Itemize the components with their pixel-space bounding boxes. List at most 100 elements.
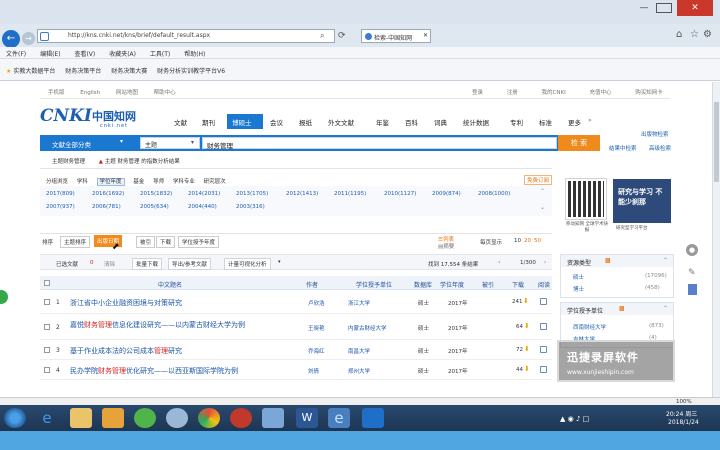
link-result-search[interactable]: 结果中检索	[609, 144, 637, 152]
fav-item-1[interactable]: 实教大数据平台	[13, 68, 55, 75]
per-page-10[interactable]: 10	[514, 238, 521, 244]
type-master[interactable]: 硕士	[573, 273, 584, 281]
taskbar-app-icon[interactable]	[102, 408, 124, 428]
bookmark-icon[interactable]	[688, 284, 697, 295]
type-doctor[interactable]: 博士	[573, 285, 584, 293]
tab-close-icon[interactable]: ✕	[423, 32, 428, 39]
year-2016[interactable]: 2016(1692)	[92, 191, 124, 197]
tab-conference[interactable]: 会议	[270, 117, 283, 127]
tray-icons[interactable]: ▲ ◉ ♪ □	[560, 415, 589, 423]
year-2004[interactable]: 2004(440)	[188, 204, 217, 210]
group-fund[interactable]: 基金	[133, 179, 144, 185]
group-subject[interactable]: 学科	[77, 179, 88, 185]
vertical-scrollbar[interactable]	[712, 82, 720, 404]
tab-dictionary[interactable]: 词典	[434, 117, 447, 127]
taskbar-word-icon[interactable]: W	[296, 408, 318, 428]
nav-recharge[interactable]: 充值中心	[589, 90, 611, 96]
cnki-logo[interactable]: CNKI 中国知网 cnki.net	[40, 106, 155, 136]
tab-thesis[interactable]: 博硕士	[232, 117, 252, 127]
col-db[interactable]: 数据库	[414, 280, 432, 289]
col-school[interactable]: 学位授予单位	[356, 280, 392, 289]
row-author[interactable]: 卢欣浩	[308, 299, 325, 307]
download-icon[interactable]: ⬇	[524, 322, 530, 330]
search-icon[interactable]: ⌕	[320, 31, 324, 41]
link-advanced-search[interactable]: 高级检索	[649, 144, 671, 152]
clock-date[interactable]: 2018/1/24	[668, 419, 699, 426]
row-checkbox[interactable]	[44, 299, 50, 305]
col-year[interactable]: 学位年度	[440, 280, 464, 289]
maximize-button[interactable]	[656, 3, 672, 13]
subnav-item-2[interactable]: 主题 财务管理 的指数分析结果	[105, 159, 180, 165]
read-icon[interactable]	[540, 346, 547, 353]
tab-newspaper[interactable]: 报纸	[299, 117, 312, 127]
close-button[interactable]: ✕	[677, 0, 713, 16]
nav-help[interactable]: 帮助中心	[154, 90, 176, 96]
nav-mycnki[interactable]: 我的CNKI	[542, 90, 566, 96]
row-title[interactable]: 嘉悦财务管理信息化建设研究——以内蒙古财经大学为例	[70, 320, 280, 331]
read-icon[interactable]	[540, 323, 547, 330]
download-icon[interactable]: ⬇	[523, 297, 529, 305]
back-button[interactable]: ←	[2, 30, 20, 48]
browser-tab[interactable]: 检索-中国知网 ✕	[361, 29, 431, 43]
row-title[interactable]: 民办学院财务管理优化研究——以西亚斯国际学院为例	[70, 366, 238, 376]
taskbar-wechat-icon[interactable]	[134, 408, 156, 428]
subnav-item-1[interactable]: 主题财务管理	[52, 159, 85, 165]
nav-mobile[interactable]: 手机版	[48, 90, 65, 96]
row-author[interactable]: 王晓艳	[308, 324, 325, 332]
tab-statistics[interactable]: 统计数据	[463, 117, 489, 127]
row-checkbox[interactable]	[44, 324, 50, 330]
home-icon[interactable]: ⌂	[676, 29, 682, 40]
prev-page-icon[interactable]: ‹	[498, 259, 500, 266]
export-button[interactable]: 导出/参考文献	[168, 258, 211, 270]
col-author[interactable]: 作者	[306, 280, 318, 289]
year-2009[interactable]: 2009(874)	[432, 191, 461, 197]
row-school[interactable]: 内蒙古财经大学	[348, 324, 387, 332]
chat-icon[interactable]: ●	[686, 244, 698, 256]
row-school[interactable]: 郑州大学	[348, 367, 370, 375]
fav-item-3[interactable]: 财务决策大赛	[111, 68, 147, 75]
download-icon[interactable]: ⬇	[524, 345, 530, 353]
year-2008[interactable]: 2008(1000)	[478, 191, 510, 197]
settings-gear-icon[interactable]: ⚙	[703, 29, 712, 40]
menu-file[interactable]: 文件(F)	[6, 51, 26, 58]
col-download[interactable]: 下载	[512, 280, 524, 289]
row-checkbox[interactable]	[44, 367, 50, 373]
year-2017[interactable]: 2017(809)	[46, 191, 75, 197]
taskbar-browser-icon[interactable]	[166, 408, 188, 428]
year-2013[interactable]: 2013(1705)	[236, 191, 268, 197]
nav-register[interactable]: 注册	[507, 90, 518, 96]
row-download[interactable]: 72	[516, 347, 523, 353]
collapse-icon[interactable]: ⌃	[663, 305, 668, 312]
group-major[interactable]: 学科专业	[173, 179, 195, 185]
nav-buy-card[interactable]: 购买知网卡	[635, 90, 663, 96]
tab-foreign[interactable]: 外文文献	[328, 117, 354, 127]
menu-tools[interactable]: 工具(T)	[150, 51, 170, 58]
link-publication-search[interactable]: 出版物检索	[641, 130, 669, 138]
tab-yearbook[interactable]: 年鉴	[376, 117, 389, 127]
taskbar-recorder-icon[interactable]	[362, 408, 384, 428]
col-cite[interactable]: 被引	[482, 280, 494, 289]
fav-item-2[interactable]: 财务决策平台	[65, 68, 101, 75]
tab-standard[interactable]: 标准	[539, 117, 552, 127]
tab-journal[interactable]: 期刊	[202, 117, 215, 127]
menu-edit[interactable]: 编辑(E)	[40, 51, 60, 58]
nav-english[interactable]: English	[80, 90, 100, 96]
group-mentor[interactable]: 导师	[153, 179, 164, 185]
year-2007[interactable]: 2007(937)	[46, 204, 75, 210]
year-2006[interactable]: 2006(781)	[92, 204, 121, 210]
read-icon[interactable]	[540, 298, 547, 305]
sort-download[interactable]: 下载	[156, 236, 176, 248]
per-page-50[interactable]: 50	[534, 238, 541, 244]
expand-icon[interactable]: ⌄	[540, 204, 545, 211]
address-bar[interactable]: http://kns.cnki.net/kns/brief/default_re…	[37, 29, 335, 43]
fav-item-4[interactable]: 财务分析实训教学平台V6	[157, 68, 225, 75]
favorites-star-icon[interactable]: ☆	[690, 29, 699, 40]
row-author[interactable]: 刘倩	[308, 367, 319, 375]
minimize-button[interactable]: —	[636, 3, 652, 13]
row-school[interactable]: 南昌大学	[348, 347, 370, 355]
refresh-icon[interactable]: ⟳	[338, 31, 346, 41]
sort-degree-year[interactable]: 学位授予年度	[178, 236, 220, 248]
col-title[interactable]: 中文题名	[158, 280, 182, 289]
year-2014[interactable]: 2014(2031)	[188, 191, 220, 197]
row-download[interactable]: 64	[516, 324, 523, 330]
